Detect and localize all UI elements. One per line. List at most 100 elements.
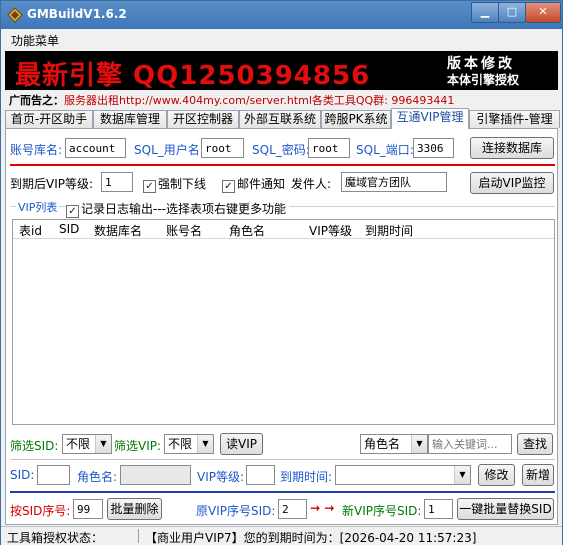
- search-button[interactable]: 查找: [517, 433, 553, 455]
- mail-notify-checkbox[interactable]: ✓ 邮件通知: [222, 175, 285, 193]
- filter-separator: [10, 459, 555, 460]
- new-sid-label: 新VIP序号SID:: [342, 504, 422, 518]
- chevron-down-icon: ▼: [95, 435, 111, 453]
- arrow-right-icon: → →: [310, 501, 335, 515]
- col-vip-level[interactable]: VIP等级: [309, 222, 352, 239]
- app-icon: [7, 7, 23, 23]
- chevron-down-icon: ▼: [411, 435, 427, 453]
- tab-database[interactable]: 数据库管理: [93, 110, 167, 128]
- edit-role-label: 角色名:: [77, 470, 118, 484]
- col-db-name[interactable]: 数据库名: [94, 222, 142, 239]
- edit-sid-input[interactable]: [37, 465, 70, 485]
- add-button[interactable]: 新增: [522, 464, 554, 486]
- list-header: 表id SID 数据库名 账号名 角色名 VIP等级 到期时间: [13, 220, 554, 239]
- sql-port-input[interactable]: [413, 138, 454, 158]
- check-icon: ✓: [66, 205, 79, 218]
- new-sid-input[interactable]: [424, 499, 453, 519]
- minimize-button[interactable]: ▁: [471, 2, 499, 23]
- search-field-value: 角色名: [364, 437, 401, 451]
- sender-label: 发件人:: [291, 177, 332, 191]
- orig-sid-label: 原VIP序号SID:: [196, 504, 276, 518]
- close-icon: ✕: [538, 5, 548, 18]
- maximize-icon: □: [506, 5, 518, 18]
- banner-right-line2: 本体引擎授权: [447, 73, 520, 87]
- menu-bar: 功能菜单: [1, 29, 562, 49]
- log-output-checkbox[interactable]: ✓ 记录日志输出---选择表项右键更多功能: [66, 200, 289, 218]
- sql-password-input[interactable]: [308, 138, 350, 158]
- filter-vip-label: 筛选VIP:: [114, 439, 162, 453]
- edit-level-label: VIP等级:: [197, 470, 245, 484]
- tab-vip[interactable]: 互通VIP管理: [391, 108, 469, 129]
- search-field-select[interactable]: 角色名 ▼: [360, 434, 428, 454]
- filter-vip-select[interactable]: 不限 ▼: [164, 434, 214, 454]
- sid-seq-label: 按SID序号:: [10, 504, 71, 518]
- account-db-input[interactable]: [65, 138, 126, 158]
- status-bar: 工具箱授权状态： 【商业用户VIP7】您的到期时间为：[2026-04-20 1…: [1, 526, 562, 545]
- sql-password-label: SQL_密码:: [252, 143, 310, 157]
- expire-date-picker[interactable]: ▼: [335, 465, 471, 485]
- modify-button[interactable]: 修改: [478, 464, 515, 486]
- ad-text[interactable]: 服务器出租http://www.404my.com/server.html各类工…: [64, 94, 454, 107]
- batch-delete-button[interactable]: 批量删除: [107, 498, 162, 520]
- sql-port-label: SQL_端口:: [356, 143, 414, 157]
- tab-home[interactable]: 首页-开区助手: [5, 110, 93, 128]
- check-icon: ✓: [222, 180, 235, 193]
- read-vip-button[interactable]: 读VIP: [220, 433, 263, 455]
- col-sid[interactable]: SID: [59, 222, 79, 236]
- banner-right-line1: 版本修改: [447, 56, 515, 72]
- col-expire[interactable]: 到期时间: [365, 222, 413, 239]
- vip-list-view[interactable]: 表id SID 数据库名 账号名 角色名 VIP等级 到期时间: [12, 219, 555, 425]
- red-separator: [10, 164, 555, 166]
- status-divider: [138, 529, 139, 543]
- ad-label: 广而告之：: [9, 94, 64, 107]
- col-account[interactable]: 账号名: [166, 222, 202, 239]
- sql-user-input[interactable]: [201, 138, 244, 158]
- sql-user-label: SQL_用户名:: [134, 143, 204, 157]
- window-title: GMBuildV1.6.2: [27, 7, 127, 21]
- connect-db-button[interactable]: 连接数据库: [470, 137, 554, 159]
- chevron-down-icon: ▼: [197, 435, 213, 453]
- sender-input[interactable]: [341, 172, 447, 192]
- tab-plugins[interactable]: 引擎插件-管理: [469, 110, 560, 128]
- filter-vip-value: 不限: [168, 437, 193, 451]
- expire-level-label: 到期后VIP等级:: [10, 177, 94, 191]
- edit-sid-label: SID:: [10, 468, 35, 482]
- ad-banner[interactable]: 最新引擎 QQ1250394856 版本修改 本体引擎授权: [5, 51, 558, 90]
- col-table-id[interactable]: 表id: [19, 222, 42, 239]
- maximize-button[interactable]: □: [498, 2, 526, 23]
- start-vip-monitor-button[interactable]: 启动VIP监控: [470, 172, 554, 194]
- edit-role-input: [120, 465, 191, 485]
- force-offline-label: 强制下线: [158, 177, 207, 191]
- check-icon: ✓: [143, 180, 156, 193]
- close-button[interactable]: ✕: [525, 2, 561, 23]
- tab-strip: 首页-开区助手 数据库管理 开区控制器 外部互联系统 跨服PK系统 互通VIP管…: [5, 108, 560, 129]
- tab-cross-pk[interactable]: 跨服PK系统: [321, 110, 391, 128]
- force-offline-checkbox[interactable]: ✓ 强制下线: [143, 175, 206, 193]
- vip-list-group-label: VIP列表: [16, 199, 60, 215]
- sid-seq-input[interactable]: [73, 499, 103, 519]
- col-role[interactable]: 角色名: [229, 222, 265, 239]
- license-status-label: 工具箱授权状态：: [7, 531, 104, 545]
- banner-left-text: 最新引擎 QQ1250394856: [15, 61, 371, 90]
- blue-separator: [10, 491, 555, 493]
- license-expiry-text: 【商业用户VIP7】您的到期时间为：[2026-04-20 11:57:23]: [145, 531, 477, 545]
- tab-external[interactable]: 外部互联系统: [239, 110, 321, 128]
- edit-expire-label: 到期时间:: [280, 470, 333, 484]
- vip-panel: 账号库名: SQL_用户名: SQL_密码: SQL_端口: 连接数据库 到期后…: [5, 128, 558, 525]
- title-bar[interactable]: GMBuildV1.6.2 ▁ □ ✕: [1, 1, 562, 29]
- account-db-label: 账号库名:: [10, 143, 63, 157]
- filter-sid-label: 筛选SID:: [10, 439, 59, 453]
- expire-level-input[interactable]: [101, 172, 133, 192]
- chevron-down-icon: ▼: [454, 466, 470, 484]
- batch-replace-sid-button[interactable]: 一键批量替换SID: [457, 498, 554, 520]
- mail-notify-label: 邮件通知: [237, 177, 286, 191]
- ad-line: 广而告之：服务器出租http://www.404my.com/server.ht…: [9, 92, 454, 108]
- orig-sid-input[interactable]: [278, 499, 307, 519]
- keyword-input[interactable]: [428, 434, 512, 454]
- log-output-label: 记录日志输出---选择表项右键更多功能: [81, 202, 286, 216]
- menu-function[interactable]: 功能菜单: [11, 32, 59, 49]
- tab-server-controller[interactable]: 开区控制器: [167, 110, 239, 128]
- minimize-icon: ▁: [480, 5, 490, 18]
- edit-level-input[interactable]: [246, 465, 275, 485]
- filter-sid-select[interactable]: 不限 ▼: [62, 434, 112, 454]
